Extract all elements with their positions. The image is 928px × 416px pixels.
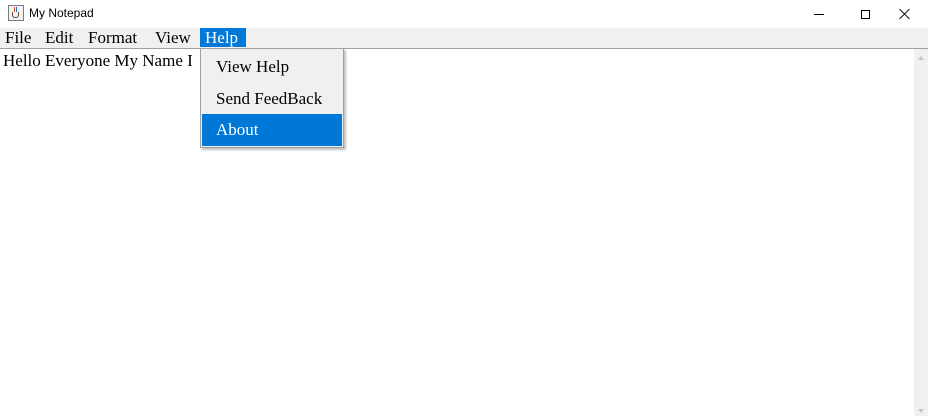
menu-item-view-help[interactable]: View Help [202, 51, 342, 83]
menu-item-about[interactable]: About [202, 114, 342, 146]
menu-help[interactable]: Help [200, 28, 246, 47]
window-title: My Notepad [29, 6, 94, 20]
maximize-icon [860, 9, 870, 19]
menu-item-send-feedback[interactable]: Send FeedBack [202, 83, 342, 115]
menu-edit[interactable]: Edit [40, 28, 82, 47]
text-editor-area[interactable]: Hello Everyone My Name I [0, 49, 914, 416]
java-cup-icon [8, 5, 24, 21]
minimize-icon [814, 13, 824, 15]
editor-text: Hello Everyone My Name I [3, 51, 193, 70]
minimize-button[interactable] [796, 0, 842, 28]
close-icon [899, 8, 911, 20]
vertical-scrollbar[interactable] [914, 49, 928, 416]
menu-bar: File Edit Format View Help [0, 28, 928, 49]
menu-file[interactable]: File [0, 28, 40, 47]
scroll-up-arrow-icon[interactable] [918, 56, 924, 60]
title-bar[interactable]: My Notepad [0, 0, 928, 28]
menu-view[interactable]: View [150, 28, 200, 47]
close-button[interactable] [882, 0, 928, 28]
help-menu-dropdown: View Help Send FeedBack About [200, 48, 344, 148]
scroll-down-arrow-icon[interactable] [918, 409, 924, 413]
menu-format[interactable]: Format [83, 28, 149, 47]
